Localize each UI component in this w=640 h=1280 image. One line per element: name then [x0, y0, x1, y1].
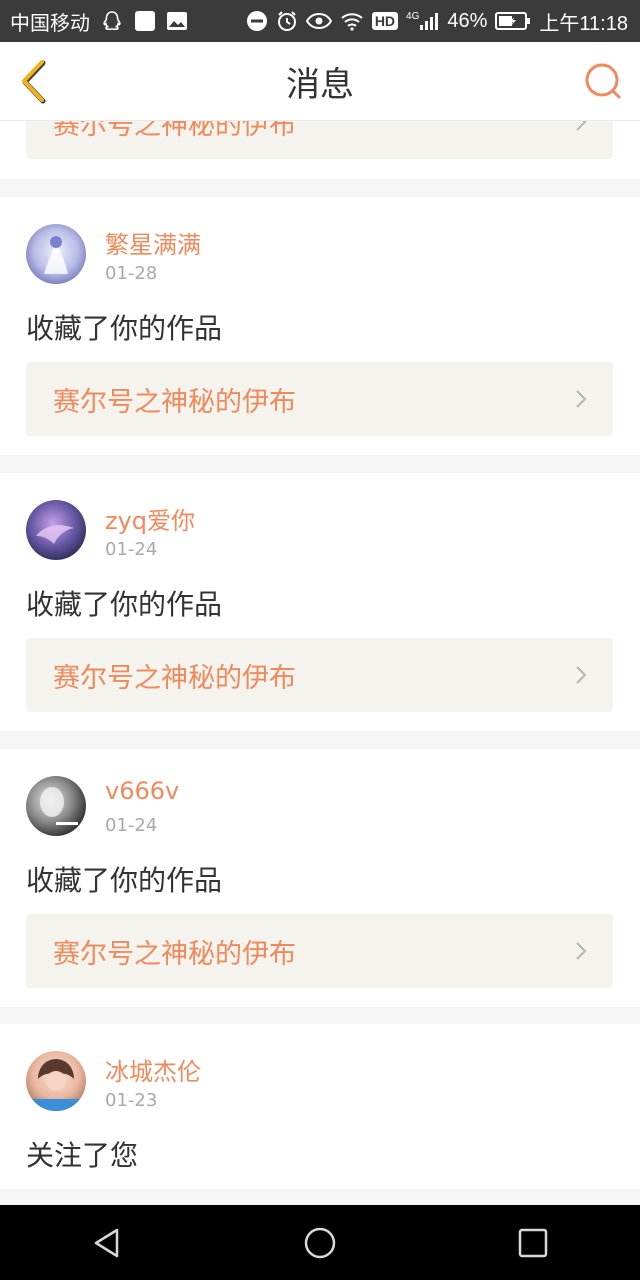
signal-icon: 4G — [406, 11, 439, 31]
back-chevron-icon[interactable] — [14, 54, 58, 108]
page-title: 消息 — [286, 64, 354, 105]
recents-square-icon[interactable] — [509, 1219, 557, 1267]
avatar[interactable] — [26, 776, 86, 836]
user-name[interactable]: 冰城杰伦 — [105, 1052, 201, 1087]
carrier-name: 中国移动 — [10, 12, 90, 35]
notification-date: 01-28 — [105, 263, 158, 284]
user-name[interactable]: 繁星满满 — [105, 225, 201, 260]
system-nav-bar — [0, 1205, 640, 1280]
work-title: 赛尔号之神秘的伊布 — [53, 121, 296, 141]
chevron-right-icon — [576, 942, 587, 960]
qq-icon — [100, 9, 124, 33]
clock: 上午11:18 — [539, 12, 628, 35]
eye-icon — [305, 11, 332, 31]
work-link[interactable]: 赛尔号之神秘的伊布 — [26, 914, 613, 988]
chevron-right-icon — [576, 666, 587, 684]
square-app-icon — [134, 10, 156, 32]
chevron-right-icon — [576, 121, 587, 131]
network-badge: HD — [371, 12, 399, 30]
work-link[interactable]: 赛尔号之神秘的伊布 — [26, 638, 613, 712]
work-link[interactable]: 赛尔号之神秘的伊布 — [26, 362, 613, 436]
user-name[interactable]: v666v — [105, 777, 179, 805]
chevron-right-icon — [576, 390, 587, 408]
image-icon — [166, 11, 188, 31]
back-triangle-icon[interactable] — [83, 1219, 131, 1267]
notification-date: 01-24 — [105, 815, 158, 836]
network-type: 4G — [406, 11, 420, 22]
notification-card: v666v 01-24 收藏了你的作品 赛尔号之神秘的伊布 — [0, 749, 640, 1007]
work-link[interactable]: 赛尔号之神秘的伊布 — [26, 121, 613, 159]
notification-action: 收藏了你的作品 — [26, 864, 223, 897]
notification-card: zyq爱你 01-24 收藏了你的作品 赛尔号之神秘的伊布 — [0, 473, 640, 731]
user-name[interactable]: zyq爱你 — [105, 501, 195, 536]
notification-action: 收藏了你的作品 — [26, 312, 223, 345]
message-list[interactable]: 赛尔号之神秘的伊布 繁星满满 01-28 收藏了你的作品 赛尔号之神秘的伊布 z… — [0, 121, 640, 1205]
alarm-icon — [276, 10, 298, 32]
battery-percent: 46% — [447, 9, 488, 32]
notification-date: 01-24 — [105, 539, 158, 560]
work-title: 赛尔号之神秘的伊布 — [53, 386, 296, 418]
notification-action: 关注了您 — [26, 1139, 139, 1172]
work-title: 赛尔号之神秘的伊布 — [53, 938, 296, 970]
avatar[interactable] — [26, 1051, 86, 1111]
avatar[interactable] — [26, 224, 86, 284]
notification-card: 冰城杰伦 01-23 关注了您 — [0, 1024, 640, 1189]
wifi-icon — [340, 11, 364, 31]
search-icon[interactable] — [582, 60, 626, 104]
work-title: 赛尔号之神秘的伊布 — [53, 662, 296, 694]
notification-date: 01-23 — [105, 1090, 158, 1111]
notification-card: 赛尔号之神秘的伊布 — [0, 121, 640, 179]
notification-card: 繁星满满 01-28 收藏了你的作品 赛尔号之神秘的伊布 — [0, 197, 640, 455]
battery-icon — [495, 11, 531, 31]
home-circle-icon[interactable] — [296, 1219, 344, 1267]
notification-action: 收藏了你的作品 — [26, 588, 223, 621]
avatar[interactable] — [26, 500, 86, 560]
status-bar: 中国移动 HD 4G 46% 上午11:18 — [0, 0, 640, 42]
dnd-icon — [246, 10, 268, 32]
app-header: 消息 — [0, 42, 640, 121]
